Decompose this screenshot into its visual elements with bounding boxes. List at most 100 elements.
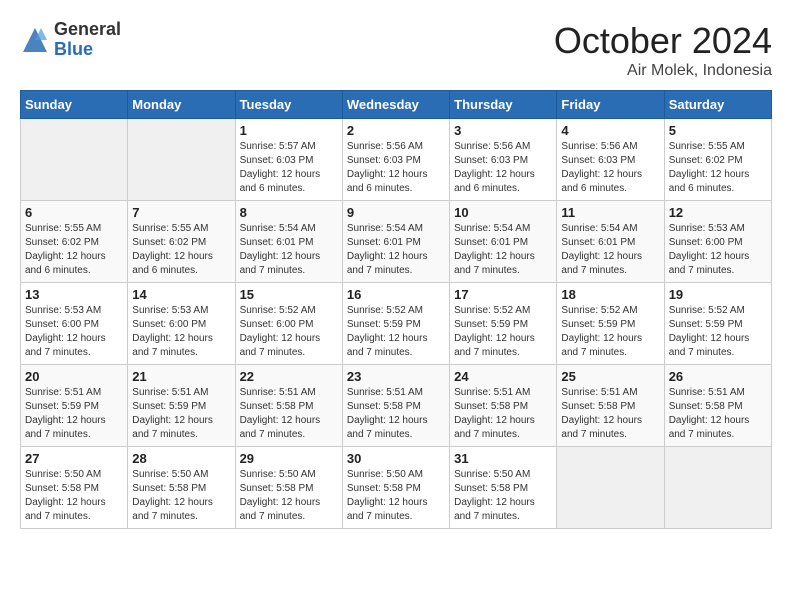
page-header: General Blue October 2024 Air Molek, Ind… [20,20,772,80]
calendar-cell [664,447,771,529]
logo-blue: Blue [54,40,121,60]
day-info: Sunrise: 5:53 AM Sunset: 6:00 PM Dayligh… [25,304,123,360]
calendar-cell: 22 Sunrise: 5:51 AM Sunset: 5:58 PM Dayli… [235,365,342,447]
calendar-cell: 3Sunrise: 5:56 AM Sunset: 6:03 PM Daylig… [450,119,557,201]
calendar-cell: 8 Sunrise: 5:54 AM Sunset: 6:01 PM Daylig… [235,201,342,283]
day-number: 17 [454,287,552,302]
calendar-row: 20 Sunrise: 5:51 AM Sunset: 5:59 PM Dayli… [21,365,772,447]
day-info: Sunrise: 5:52 AM Sunset: 6:00 PM Dayligh… [240,304,338,360]
day-number: 18 [561,287,659,302]
day-info: Sunrise: 5:51 AM Sunset: 5:58 PM Dayligh… [454,386,552,442]
day-info: Sunrise: 5:54 AM Sunset: 6:01 PM Dayligh… [347,222,445,278]
day-info: Sunrise: 5:51 AM Sunset: 5:58 PM Dayligh… [669,386,767,442]
calendar-cell: 17 Sunrise: 5:52 AM Sunset: 5:59 PM Dayli… [450,283,557,365]
day-number: 24 [454,369,552,384]
calendar-cell: 26 Sunrise: 5:51 AM Sunset: 5:58 PM Dayli… [664,365,771,447]
day-number: 1 [240,123,338,138]
day-info: Sunrise: 5:56 AM Sunset: 6:03 PM Dayligh… [561,140,659,196]
col-header-saturday: Saturday [664,91,771,119]
calendar-cell: 20 Sunrise: 5:51 AM Sunset: 5:59 PM Dayli… [21,365,128,447]
calendar-row: 13 Sunrise: 5:53 AM Sunset: 6:00 PM Dayli… [21,283,772,365]
day-number: 30 [347,451,445,466]
calendar-cell: 16 Sunrise: 5:52 AM Sunset: 5:59 PM Dayli… [342,283,449,365]
col-header-tuesday: Tuesday [235,91,342,119]
day-info: Sunrise: 5:51 AM Sunset: 5:58 PM Dayligh… [347,386,445,442]
day-number: 2 [347,123,445,138]
day-info: Sunrise: 5:57 AM Sunset: 6:03 PM Dayligh… [240,140,338,196]
day-number: 16 [347,287,445,302]
calendar-body: 1 Sunrise: 5:57 AM Sunset: 6:03 PM Daylig… [21,119,772,529]
calendar-cell [21,119,128,201]
calendar-cell: 7Sunrise: 5:55 AM Sunset: 6:02 PM Daylig… [128,201,235,283]
col-header-monday: Monday [128,91,235,119]
title-block: October 2024 Air Molek, Indonesia [554,20,772,80]
day-info: Sunrise: 5:55 AM Sunset: 6:02 PM Dayligh… [25,222,123,278]
calendar-cell: 23 Sunrise: 5:51 AM Sunset: 5:58 PM Dayli… [342,365,449,447]
calendar-cell: 12Sunrise: 5:53 AM Sunset: 6:00 PM Dayli… [664,201,771,283]
day-info: Sunrise: 5:52 AM Sunset: 5:59 PM Dayligh… [454,304,552,360]
logo-general: General [54,20,121,40]
calendar-cell: 30 Sunrise: 5:50 AM Sunset: 5:58 PM Dayli… [342,447,449,529]
day-number: 21 [132,369,230,384]
day-info: Sunrise: 5:56 AM Sunset: 6:03 PM Dayligh… [347,140,445,196]
calendar-row: 6Sunrise: 5:55 AM Sunset: 6:02 PM Daylig… [21,201,772,283]
day-info: Sunrise: 5:52 AM Sunset: 5:59 PM Dayligh… [561,304,659,360]
day-number: 23 [347,369,445,384]
day-info: Sunrise: 5:50 AM Sunset: 5:58 PM Dayligh… [240,468,338,524]
calendar-cell [128,119,235,201]
col-header-friday: Friday [557,91,664,119]
day-info: Sunrise: 5:52 AM Sunset: 5:59 PM Dayligh… [347,304,445,360]
day-info: Sunrise: 5:54 AM Sunset: 6:01 PM Dayligh… [240,222,338,278]
calendar-cell: 19 Sunrise: 5:52 AM Sunset: 5:59 PM Dayli… [664,283,771,365]
calendar-cell: 15 Sunrise: 5:52 AM Sunset: 6:00 PM Dayli… [235,283,342,365]
day-number: 28 [132,451,230,466]
day-number: 8 [240,205,338,220]
day-info: Sunrise: 5:51 AM Sunset: 5:58 PM Dayligh… [240,386,338,442]
logo-icon [20,25,50,55]
day-number: 25 [561,369,659,384]
calendar-cell: 13 Sunrise: 5:53 AM Sunset: 6:00 PM Dayli… [21,283,128,365]
logo-text: General Blue [54,20,121,60]
day-info: Sunrise: 5:50 AM Sunset: 5:58 PM Dayligh… [25,468,123,524]
calendar-cell: 21Sunrise: 5:51 AM Sunset: 5:59 PM Dayli… [128,365,235,447]
month-title: October 2024 [554,20,772,62]
day-info: Sunrise: 5:54 AM Sunset: 6:01 PM Dayligh… [454,222,552,278]
day-number: 26 [669,369,767,384]
day-number: 20 [25,369,123,384]
col-header-sunday: Sunday [21,91,128,119]
day-info: Sunrise: 5:52 AM Sunset: 5:59 PM Dayligh… [669,304,767,360]
calendar-table: SundayMondayTuesdayWednesdayThursdayFrid… [20,90,772,529]
day-number: 15 [240,287,338,302]
day-info: Sunrise: 5:55 AM Sunset: 6:02 PM Dayligh… [669,140,767,196]
day-number: 19 [669,287,767,302]
calendar-cell: 14Sunrise: 5:53 AM Sunset: 6:00 PM Dayli… [128,283,235,365]
calendar-header-row: SundayMondayTuesdayWednesdayThursdayFrid… [21,91,772,119]
calendar-cell: 10Sunrise: 5:54 AM Sunset: 6:01 PM Dayli… [450,201,557,283]
calendar-cell: 6Sunrise: 5:55 AM Sunset: 6:02 PM Daylig… [21,201,128,283]
calendar-cell: 25 Sunrise: 5:51 AM Sunset: 5:58 PM Dayli… [557,365,664,447]
day-number: 29 [240,451,338,466]
calendar-cell: 2 Sunrise: 5:56 AM Sunset: 6:03 PM Daylig… [342,119,449,201]
day-info: Sunrise: 5:50 AM Sunset: 5:58 PM Dayligh… [347,468,445,524]
location: Air Molek, Indonesia [554,62,772,80]
calendar-cell: 1 Sunrise: 5:57 AM Sunset: 6:03 PM Daylig… [235,119,342,201]
day-number: 4 [561,123,659,138]
day-info: Sunrise: 5:51 AM Sunset: 5:58 PM Dayligh… [561,386,659,442]
calendar-cell: 18 Sunrise: 5:52 AM Sunset: 5:59 PM Dayli… [557,283,664,365]
day-number: 13 [25,287,123,302]
calendar-row: 1 Sunrise: 5:57 AM Sunset: 6:03 PM Daylig… [21,119,772,201]
day-info: Sunrise: 5:51 AM Sunset: 5:59 PM Dayligh… [25,386,123,442]
day-number: 22 [240,369,338,384]
calendar-cell: 11Sunrise: 5:54 AM Sunset: 6:01 PM Dayli… [557,201,664,283]
day-number: 14 [132,287,230,302]
calendar-cell: 31Sunrise: 5:50 AM Sunset: 5:58 PM Dayli… [450,447,557,529]
day-number: 12 [669,205,767,220]
calendar-cell: 4 Sunrise: 5:56 AM Sunset: 6:03 PM Daylig… [557,119,664,201]
day-number: 7 [132,205,230,220]
day-info: Sunrise: 5:56 AM Sunset: 6:03 PM Dayligh… [454,140,552,196]
day-number: 5 [669,123,767,138]
calendar-cell: 9Sunrise: 5:54 AM Sunset: 6:01 PM Daylig… [342,201,449,283]
day-info: Sunrise: 5:50 AM Sunset: 5:58 PM Dayligh… [132,468,230,524]
day-number: 11 [561,205,659,220]
calendar-cell: 28 Sunrise: 5:50 AM Sunset: 5:58 PM Dayli… [128,447,235,529]
